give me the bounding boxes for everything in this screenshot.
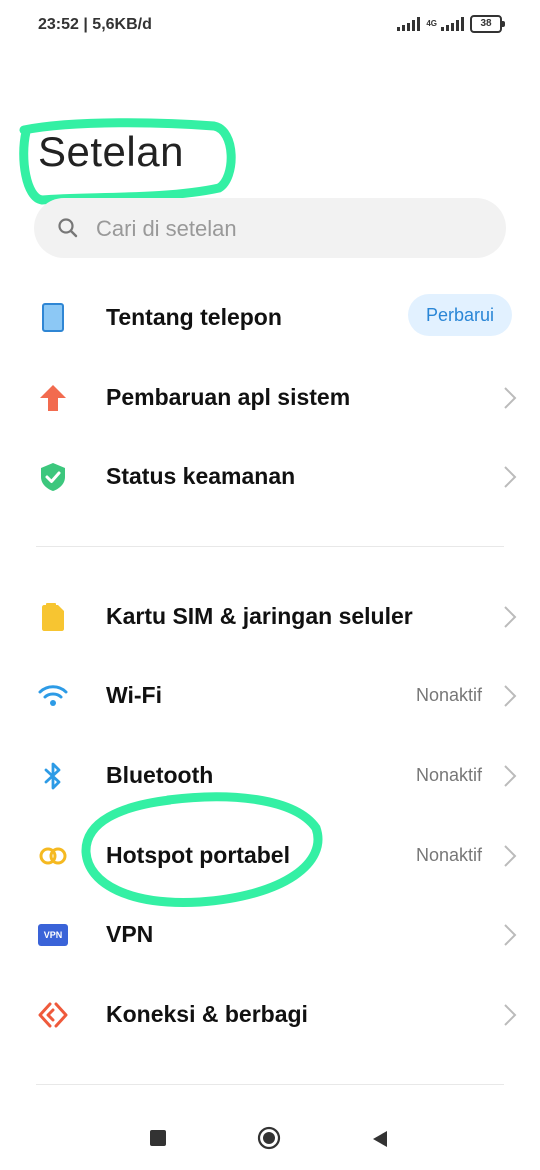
row-security-status[interactable]: Status keamanan [0, 437, 540, 517]
wifi-icon [38, 685, 68, 706]
search-placeholder: Cari di setelan [96, 216, 237, 241]
navigation-bar [0, 1105, 540, 1170]
row-system-app-updates[interactable]: Pembaruan apl sistem [0, 358, 540, 438]
row-label: Wi-Fi [106, 682, 162, 708]
recents-button[interactable] [150, 1130, 166, 1146]
search-input[interactable]: Cari di setelan [34, 198, 506, 258]
shield-check-icon [41, 463, 65, 491]
row-status-value: Nonaktif [415, 765, 482, 785]
vpn-icon-badge: VPN [38, 924, 68, 946]
row-status-value: Nonaktif [415, 845, 482, 865]
chevron-right-icon [504, 924, 517, 946]
row-status-value: Nonaktif [415, 685, 482, 705]
signal-icon [397, 17, 421, 31]
chevron-right-icon [504, 765, 517, 787]
phone-icon [42, 303, 64, 332]
row-label: Bluetooth [106, 762, 214, 788]
row-label: Status keamanan [106, 463, 296, 489]
row-about-phone[interactable]: Tentang telepon Perbarui [0, 278, 540, 358]
chevron-right-icon [504, 845, 517, 867]
row-label: Koneksi & berbagi [106, 1001, 308, 1027]
row-label: Pembaruan apl sistem [106, 384, 351, 410]
battery-icon: 38 [470, 15, 505, 33]
bluetooth-icon [44, 762, 61, 790]
back-button[interactable] [370, 1129, 390, 1149]
section-divider [36, 546, 504, 547]
chevron-right-icon [504, 466, 517, 488]
row-label: Kartu SIM & jaringan seluler [106, 603, 413, 629]
update-button[interactable]: Perbarui [408, 294, 512, 336]
battery-level: 38 [480, 18, 492, 29]
row-sim-cards[interactable]: Kartu SIM & jaringan seluler [0, 577, 540, 657]
row-label: VPN [106, 921, 154, 947]
page-title: Setelan [38, 128, 184, 175]
status-icons: 4G 38 [397, 14, 505, 34]
highlight-scribble-hotspot [81, 792, 323, 907]
status-time: 23:52 | 5,6KB/d [38, 16, 152, 33]
arrow-up-icon [40, 385, 66, 411]
vpn-icon: VPN [36, 918, 70, 952]
chevron-right-icon [504, 387, 517, 409]
search-icon [58, 218, 78, 238]
row-wifi[interactable]: Wi-Fi Nonaktif [0, 656, 540, 736]
hotspot-icon [39, 847, 67, 865]
chevron-right-icon [504, 606, 517, 628]
chevron-right-icon [504, 685, 517, 707]
share-connection-icon [38, 1002, 68, 1028]
row-label: Tentang telepon [106, 304, 282, 330]
network-type-label: 4G [426, 19, 437, 28]
signal-icon-2 [441, 17, 464, 31]
section-divider [36, 1084, 504, 1085]
status-bar: 23:52 | 5,6KB/d 4G 38 [0, 0, 540, 50]
chevron-right-icon [504, 1004, 517, 1026]
row-connection-sharing[interactable]: Koneksi & berbagi [0, 975, 540, 1055]
home-button[interactable] [257, 1126, 281, 1150]
sim-card-icon [42, 603, 64, 631]
